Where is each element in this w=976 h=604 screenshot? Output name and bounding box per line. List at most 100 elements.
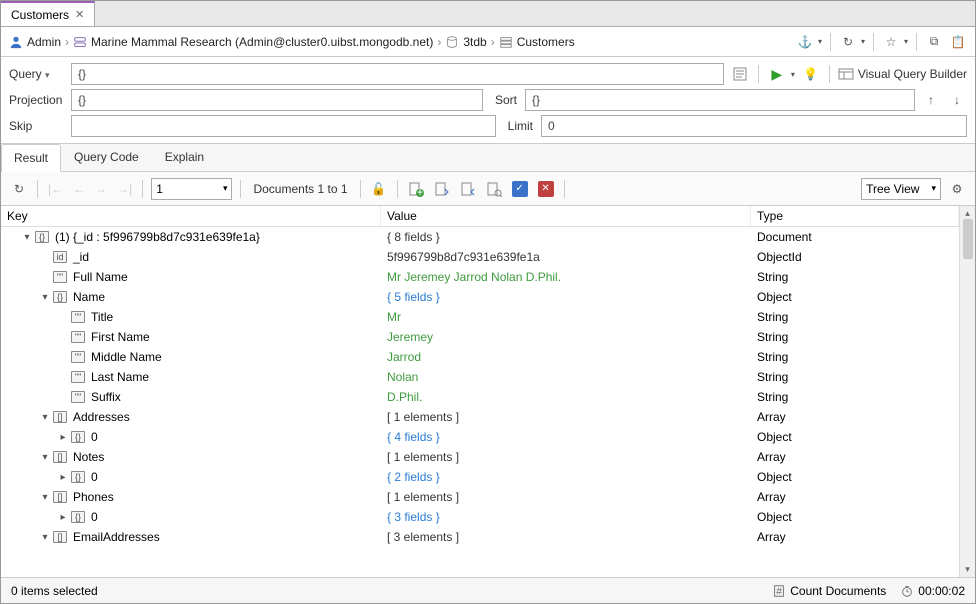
toggle-icon[interactable]: ▾ xyxy=(39,292,51,303)
column-key[interactable]: Key xyxy=(1,206,381,226)
crumb-connection[interactable]: Marine Mammal Research (Admin@cluster0.u… xyxy=(91,35,433,49)
dropdown-icon[interactable]: ▾ xyxy=(904,37,908,46)
field-value[interactable]: Jeremey xyxy=(381,327,751,347)
tree-row[interactable]: ▾{}(1) {_id : 5f996799b8d7c931e639fe1a}{… xyxy=(1,227,959,247)
refresh-dropdown-icon[interactable]: ↻ xyxy=(839,33,857,51)
field-key: 0 xyxy=(91,430,98,444)
sort-asc-icon[interactable]: ↑ xyxy=(921,90,941,110)
toggle-icon[interactable]: ▸ xyxy=(57,472,69,483)
tree-row[interactable]: ▾{}Name{ 5 fields }Object xyxy=(1,287,959,307)
field-value[interactable]: Nolan xyxy=(381,367,751,387)
query-input[interactable] xyxy=(71,63,724,85)
field-value[interactable]: { 4 fields } xyxy=(381,427,751,447)
dropdown-icon[interactable]: ▾ xyxy=(818,37,822,46)
field-value[interactable]: Mr xyxy=(381,307,751,327)
discard-icon[interactable]: ✕ xyxy=(536,179,556,199)
chevron-down-icon[interactable]: ▾ xyxy=(45,70,50,80)
first-page-icon[interactable]: |← xyxy=(46,182,65,196)
field-value[interactable]: Jarrod xyxy=(381,347,751,367)
toggle-icon[interactable]: ▸ xyxy=(57,512,69,523)
tree-row[interactable]: ▸{}0{ 4 fields }Object xyxy=(1,427,959,447)
crumb-collection[interactable]: Customers xyxy=(517,35,575,49)
breadcrumb: Admin › Marine Mammal Research (Admin@cl… xyxy=(9,35,575,49)
copy-icon[interactable]: ⧉ xyxy=(925,33,943,51)
field-value[interactable]: [ 1 elements ] xyxy=(381,487,751,507)
last-page-icon[interactable]: →| xyxy=(115,182,134,196)
toggle-icon[interactable]: ▾ xyxy=(39,532,51,543)
field-value[interactable]: [ 1 elements ] xyxy=(381,407,751,427)
field-value[interactable]: [ 1 elements ] xyxy=(381,447,751,467)
add-document-icon[interactable]: + xyxy=(406,179,426,199)
run-dropdown-icon[interactable]: ▾ xyxy=(791,70,795,79)
visual-query-builder-button[interactable]: Visual Query Builder xyxy=(838,66,967,82)
sort-desc-icon[interactable]: ↓ xyxy=(947,90,967,110)
field-value[interactable]: { 2 fields } xyxy=(381,467,751,487)
anchor-icon[interactable]: ⚓ xyxy=(796,33,814,51)
field-value[interactable]: { 5 fields } xyxy=(381,287,751,307)
tree-row[interactable]: ▾[]Notes[ 1 elements ]Array xyxy=(1,447,959,467)
column-value[interactable]: Value xyxy=(381,206,751,226)
tree-row[interactable]: ""TitleMrString xyxy=(1,307,959,327)
toggle-icon[interactable]: ▾ xyxy=(39,452,51,463)
result-tree[interactable]: Key Value Type ▾{}(1) {_id : 5f996799b8d… xyxy=(1,206,959,577)
next-page-icon[interactable]: → xyxy=(93,182,109,196)
tree-row[interactable]: ▸{}0{ 2 fields }Object xyxy=(1,467,959,487)
toggle-icon[interactable]: ▾ xyxy=(39,492,51,503)
field-value[interactable]: 5f996799b8d7c931e639fe1a xyxy=(381,247,751,267)
close-icon[interactable]: ✕ xyxy=(75,8,84,21)
scrollbar-thumb[interactable] xyxy=(963,219,973,259)
sort-input[interactable] xyxy=(525,89,915,111)
vertical-scrollbar[interactable]: ▴ ▾ xyxy=(959,206,975,577)
tree-row[interactable]: ▾[]EmailAddresses[ 3 elements ]Array xyxy=(1,527,959,547)
tree-row[interactable]: ▾[]Addresses[ 1 elements ]Array xyxy=(1,407,959,427)
tree-row[interactable]: ▸{}0{ 3 fields }Object xyxy=(1,507,959,527)
column-type[interactable]: Type xyxy=(751,206,959,226)
refresh-icon[interactable]: ↻ xyxy=(9,179,29,199)
tree-row[interactable]: ""Last NameNolanString xyxy=(1,367,959,387)
view-mode-select[interactable]: Tree View ▾ xyxy=(861,178,941,200)
tree-row[interactable]: ""First NameJeremeyString xyxy=(1,327,959,347)
tree-row[interactable]: ▾[]Phones[ 1 elements ]Array xyxy=(1,487,959,507)
dropdown-icon[interactable]: ▾ xyxy=(861,37,865,46)
star-icon[interactable]: ☆ xyxy=(882,33,900,51)
toggle-icon[interactable]: ▾ xyxy=(21,232,33,243)
tree-row[interactable]: ""Full NameMr Jeremey Jarrod Nolan D.Phi… xyxy=(1,267,959,287)
view-document-icon[interactable] xyxy=(484,179,504,199)
separator xyxy=(240,180,241,198)
crumb-user[interactable]: Admin xyxy=(27,35,61,49)
import-icon[interactable] xyxy=(432,179,452,199)
field-value[interactable]: { 3 fields } xyxy=(381,507,751,527)
field-value[interactable]: Mr Jeremey Jarrod Nolan D.Phil. xyxy=(381,267,751,287)
tree-row[interactable]: ""Middle NameJarrodString xyxy=(1,347,959,367)
field-value[interactable]: [ 3 elements ] xyxy=(381,527,751,547)
skip-input[interactable] xyxy=(71,115,496,137)
lock-icon[interactable]: 🔓 xyxy=(369,179,389,199)
gear-icon[interactable]: ⚙ xyxy=(947,179,967,199)
page-select[interactable]: 1 ▾ xyxy=(151,178,232,200)
count-documents-button[interactable]: # Count Documents xyxy=(772,584,886,598)
apply-icon[interactable]: ✓ xyxy=(510,179,530,199)
export-icon[interactable] xyxy=(458,179,478,199)
scroll-down-icon[interactable]: ▾ xyxy=(965,564,970,575)
query-options-icon[interactable] xyxy=(730,64,750,84)
run-button[interactable]: ▶ xyxy=(767,64,787,84)
toggle-icon[interactable]: ▾ xyxy=(39,412,51,423)
tab-query-code[interactable]: Query Code xyxy=(61,143,152,171)
scroll-up-icon[interactable]: ▴ xyxy=(965,208,970,219)
crumb-database[interactable]: 3tdb xyxy=(463,35,486,49)
tree-row[interactable]: ""SuffixD.Phil.String xyxy=(1,387,959,407)
tab-result[interactable]: Result xyxy=(1,144,61,172)
tab-explain[interactable]: Explain xyxy=(152,143,217,171)
projection-input[interactable] xyxy=(71,89,483,111)
hint-icon[interactable]: 💡 xyxy=(801,64,821,84)
tree-row[interactable]: id_id5f996799b8d7c931e639fe1aObjectId xyxy=(1,247,959,267)
limit-input[interactable] xyxy=(541,115,967,137)
field-value[interactable]: D.Phil. xyxy=(381,387,751,407)
toggle-icon[interactable]: ▸ xyxy=(57,432,69,443)
prev-page-icon[interactable]: ← xyxy=(71,182,87,196)
field-type-icon: [] xyxy=(53,491,67,503)
field-value[interactable]: { 8 fields } xyxy=(381,227,751,247)
field-type-icon: "" xyxy=(53,271,67,283)
paste-icon[interactable]: 📋 xyxy=(949,33,967,51)
tab-customers[interactable]: Customers ✕ xyxy=(1,1,95,26)
